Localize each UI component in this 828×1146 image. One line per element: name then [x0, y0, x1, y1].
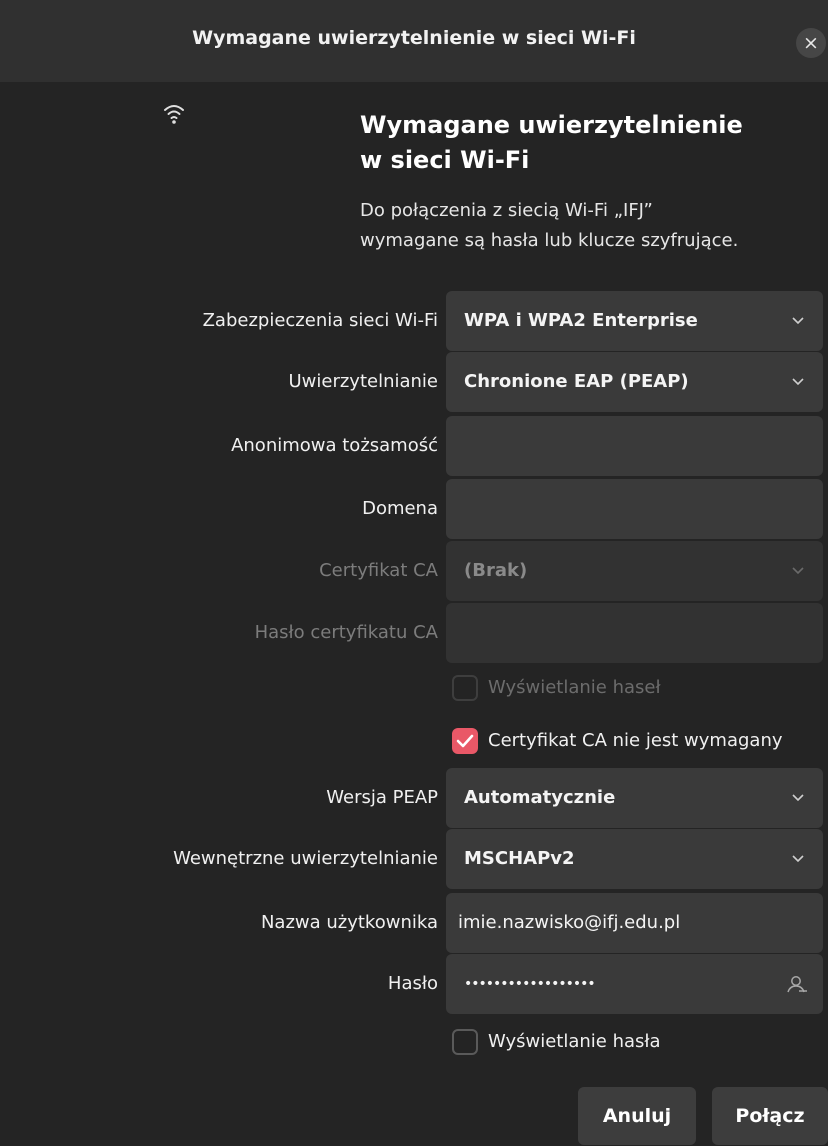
ca-cert-password-input[interactable] [446, 603, 823, 663]
no-ca-required-checkbox[interactable] [452, 728, 478, 754]
security-value: WPA i WPA2 Enterprise [464, 310, 698, 331]
show-password-checkbox[interactable] [452, 1029, 478, 1055]
username-label: Nazwa użytkownika [260, 912, 438, 933]
username-value: imie.nazwisko@ifj.edu.pl [458, 912, 681, 933]
ca-cert-dropdown[interactable]: (Brak) [446, 541, 823, 601]
checkmark-icon [456, 734, 474, 748]
inner-auth-value: MSCHAPv2 [464, 848, 575, 869]
ca-cert-value: (Brak) [464, 560, 528, 581]
domain-label: Domena [362, 498, 438, 519]
password-value: •••••••••••••••••• [464, 976, 596, 992]
chevron-down-icon [792, 855, 804, 863]
user-icon[interactable] [785, 972, 809, 996]
close-button[interactable]: × [796, 28, 826, 58]
heading-line-2: w sieci Wi-Fi [360, 146, 530, 174]
auth-label: Uwierzytelnianie [288, 371, 438, 392]
security-dropdown[interactable]: WPA i WPA2 Enterprise [446, 291, 823, 351]
chevron-down-icon [792, 794, 804, 802]
connect-button[interactable]: Połącz [712, 1087, 828, 1145]
close-icon: × [803, 32, 819, 54]
password-label: Hasło [387, 973, 438, 994]
auth-dropdown[interactable]: Chronione EAP (PEAP) [446, 352, 823, 412]
username-input[interactable]: imie.nazwisko@ifj.edu.pl [446, 893, 823, 953]
auth-value: Chronione EAP (PEAP) [464, 371, 689, 392]
inner-auth-dropdown[interactable]: MSCHAPv2 [446, 829, 823, 889]
chevron-down-icon [792, 317, 804, 325]
window-title: Wymagane uwierzytelnienie w sieci Wi-Fi [192, 27, 636, 49]
peap-version-dropdown[interactable]: Automatycznie [446, 768, 823, 828]
dialog-heading: Wymagane uwierzytelnienie w sieci Wi-Fi [360, 108, 790, 178]
password-input[interactable]: •••••••••••••••••• [446, 954, 823, 1014]
anon-identity-input[interactable] [446, 416, 823, 476]
show-password-label: Wyświetlanie hasła [488, 1031, 661, 1052]
inner-auth-label: Wewnętrzne uwierzytelnianie [173, 848, 438, 869]
peap-version-label: Wersja PEAP [326, 787, 438, 808]
show-passwords-checkbox[interactable] [452, 675, 478, 701]
show-passwords-label: Wyświetlanie haseł [488, 677, 661, 698]
description-line-1: Do połączenia z siecią Wi-Fi „IFJ” [360, 200, 653, 221]
security-label: Zabezpieczenia sieci Wi-Fi [202, 310, 438, 331]
peap-version-value: Automatycznie [464, 787, 616, 808]
description-line-2: wymagane są hasła lub klucze szyfrujące. [360, 230, 739, 251]
chevron-down-icon [792, 567, 804, 575]
heading-line-1: Wymagane uwierzytelnienie [360, 111, 743, 139]
dialog-description: Do połączenia z siecią Wi-Fi „IFJ” wymag… [360, 196, 800, 256]
wifi-icon [164, 105, 184, 124]
ca-cert-label: Certyfikat CA [319, 560, 438, 581]
cancel-button[interactable]: Anuluj [578, 1087, 696, 1145]
anon-identity-label: Anonimowa tożsamość [231, 435, 438, 456]
chevron-down-icon [792, 378, 804, 386]
ca-cert-password-label: Hasło certyfikatu CA [254, 622, 438, 643]
domain-input[interactable] [446, 479, 823, 539]
no-ca-required-label: Certyfikat CA nie jest wymagany [488, 730, 783, 751]
title-bar: Wymagane uwierzytelnienie w sieci Wi-Fi … [0, 0, 828, 82]
